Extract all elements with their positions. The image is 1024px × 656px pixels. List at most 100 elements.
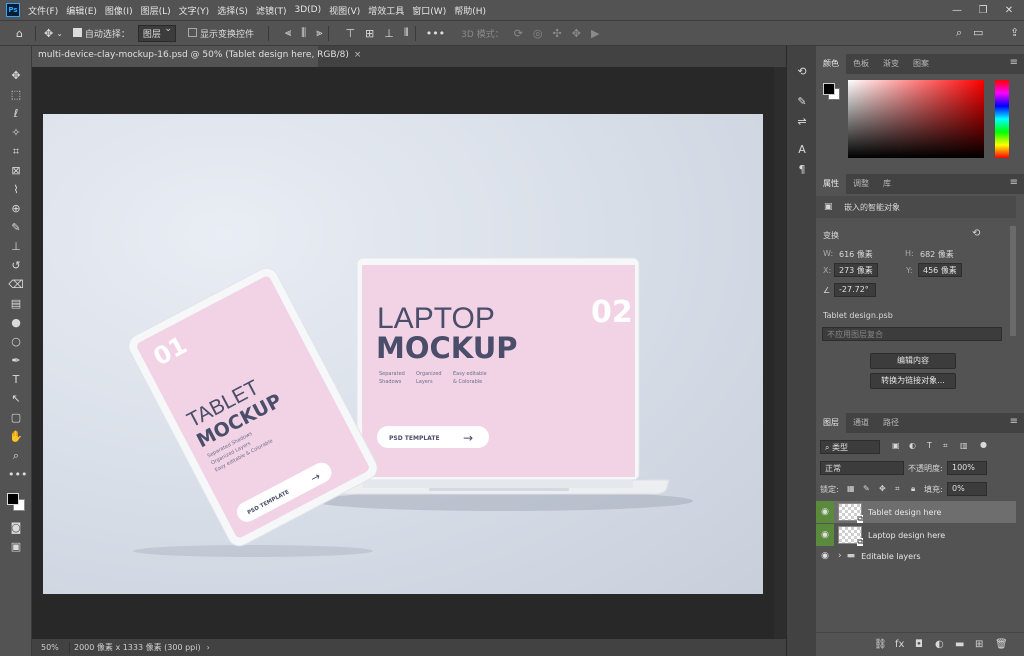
align-center-icon[interactable]: ⫼: [301, 26, 306, 40]
hue-slider[interactable]: [995, 80, 1009, 158]
layer-row-tablet[interactable]: ◉ Tablet design here: [816, 501, 1016, 523]
convert-to-linked-button[interactable]: 转换为链接对象...: [870, 373, 956, 389]
vertical-scrollbar[interactable]: [774, 67, 786, 639]
visibility-eye-icon[interactable]: ◉: [816, 501, 834, 523]
healing-brush-icon[interactable]: ⊕: [8, 201, 24, 217]
frame-tool-icon[interactable]: ⊠: [8, 163, 24, 179]
panel-menu-icon[interactable]: ≡: [1010, 416, 1018, 427]
minimize-button[interactable]: —: [944, 0, 970, 21]
paragraph-icon[interactable]: ¶: [794, 162, 810, 178]
foreground-color-swatch[interactable]: [823, 83, 835, 95]
align-left-icon[interactable]: ⫷: [285, 26, 291, 40]
layer-mask-icon[interactable]: ◘: [915, 639, 923, 650]
filter-toggle-icon[interactable]: ●: [980, 440, 987, 449]
eyedropper-icon[interactable]: ⌇: [8, 182, 24, 198]
align-top-icon[interactable]: ⊤: [345, 27, 355, 40]
tab-swatches[interactable]: 色板: [846, 54, 876, 74]
link-layers-icon[interactable]: ⛓: [874, 639, 887, 650]
quick-mask-icon[interactable]: ◙: [8, 520, 24, 536]
close-tab-icon[interactable]: ×: [354, 50, 362, 60]
new-group-icon[interactable]: ▬: [955, 639, 964, 650]
dodge-tool-icon[interactable]: ○: [8, 334, 24, 350]
magic-wand-icon[interactable]: ✧: [8, 125, 24, 141]
x-position-field[interactable]: 273 像素: [834, 263, 878, 277]
type-tool-icon[interactable]: T: [8, 372, 24, 388]
width-value[interactable]: 616 像素: [839, 249, 873, 260]
panel-menu-icon[interactable]: ≡: [1010, 57, 1018, 68]
path-selection-icon[interactable]: ↖: [8, 391, 24, 407]
visibility-eye-icon[interactable]: ◉: [816, 545, 834, 567]
filter-pixel-icon[interactable]: ▣: [892, 441, 900, 450]
3d-slide-icon[interactable]: ✥: [572, 27, 581, 40]
color-picker-field[interactable]: [848, 80, 984, 158]
filter-type-icon[interactable]: T: [927, 441, 932, 450]
layer-row-laptop[interactable]: ◉ Laptop design here: [816, 524, 1016, 546]
properties-scrollbar[interactable]: [1010, 226, 1016, 336]
height-value[interactable]: 682 像素: [920, 249, 954, 260]
menu-view[interactable]: 视图(V): [325, 4, 364, 17]
distribute-icon[interactable]: ⦀: [404, 26, 409, 40]
history-icon[interactable]: ⟲: [794, 64, 810, 80]
document-tab[interactable]: multi-device-clay-mockup-16.psd @ 50% (T…: [32, 46, 361, 67]
pen-tool-icon[interactable]: ✒: [8, 353, 24, 369]
lock-artboard-icon[interactable]: ⌗: [895, 484, 900, 494]
fill-field[interactable]: 0%: [947, 482, 987, 496]
filter-smart-object-icon[interactable]: ▥: [960, 441, 968, 450]
menu-type[interactable]: 文字(Y): [175, 4, 214, 17]
layer-name[interactable]: Editable layers: [861, 552, 920, 561]
layer-name[interactable]: Laptop design here: [868, 531, 945, 540]
lasso-tool-icon[interactable]: ℓ: [8, 106, 24, 122]
move-tool-icon[interactable]: ✥: [44, 27, 53, 40]
filter-shape-icon[interactable]: ⌗: [943, 441, 948, 451]
tab-properties[interactable]: 属性: [816, 174, 846, 194]
align-middle-icon[interactable]: ⊞: [365, 27, 374, 40]
workspace-icon[interactable]: ▭: [973, 26, 983, 39]
layer-name[interactable]: Tablet design here: [868, 508, 941, 517]
screen-mode-icon[interactable]: ▣: [8, 539, 24, 555]
layer-filter-dropdown[interactable]: ⌕ 类型: [820, 440, 880, 454]
visibility-eye-icon[interactable]: ◉: [816, 524, 834, 546]
3d-pan-icon[interactable]: ✣: [553, 27, 562, 40]
tab-layers[interactable]: 图层: [816, 413, 846, 433]
blend-mode-dropdown[interactable]: 正常: [820, 461, 904, 475]
angle-field[interactable]: -27.72°: [834, 283, 876, 297]
menu-image[interactable]: 图像(I): [101, 4, 137, 17]
lock-all-icon[interactable]: 🔒︎: [911, 484, 915, 494]
chevron-down-icon[interactable]: ⌄: [56, 29, 63, 38]
tab-adjustments[interactable]: 调整: [846, 174, 876, 194]
menu-file[interactable]: 文件(F): [24, 4, 62, 17]
y-position-field[interactable]: 456 像素: [918, 263, 962, 277]
auto-select-dropdown[interactable]: 图层: [137, 24, 176, 42]
eraser-tool-icon[interactable]: ⌫: [8, 277, 24, 293]
gradient-tool-icon[interactable]: ▤: [8, 296, 24, 312]
close-window-button[interactable]: ✕: [996, 0, 1022, 21]
zoom-level[interactable]: 50%: [41, 643, 65, 652]
tab-paths[interactable]: 路径: [876, 413, 906, 433]
new-layer-icon[interactable]: ⊞: [975, 639, 983, 650]
lock-transparent-icon[interactable]: ▦: [847, 484, 855, 493]
panel-menu-icon[interactable]: ≡: [1010, 177, 1018, 188]
menu-layer[interactable]: 图层(L): [137, 4, 175, 17]
tab-color[interactable]: 颜色: [816, 54, 846, 74]
shape-tool-icon[interactable]: ▢: [8, 410, 24, 426]
restore-button[interactable]: ❐: [970, 0, 996, 21]
opacity-field[interactable]: 100%: [947, 461, 987, 475]
auto-select-checkbox[interactable]: [72, 28, 85, 38]
document-canvas[interactable]: LAPTOP MOCKUP 02 Separated Shadows Organ…: [43, 114, 763, 594]
menu-edit[interactable]: 编辑(E): [62, 4, 101, 17]
chevron-right-icon[interactable]: ›: [207, 643, 210, 652]
character-icon[interactable]: A: [794, 142, 810, 158]
menu-plugins[interactable]: 增效工具: [364, 4, 408, 17]
brush-tool-icon[interactable]: ✎: [8, 220, 24, 236]
tab-gradients[interactable]: 渐变: [876, 54, 906, 74]
tab-patterns[interactable]: 图案: [906, 54, 936, 74]
brush-settings-icon[interactable]: ✎: [794, 94, 810, 110]
share-icon[interactable]: ⇪: [1010, 26, 1019, 39]
align-bottom-icon[interactable]: ⊥: [384, 27, 394, 40]
fx-icon[interactable]: fx: [895, 639, 904, 650]
3d-roll-icon[interactable]: ◎: [533, 27, 543, 40]
more-options-icon[interactable]: •••: [426, 27, 445, 40]
lock-position-icon[interactable]: ✥: [879, 484, 886, 493]
menu-window[interactable]: 窗口(W): [408, 4, 450, 17]
adjustment-layer-icon[interactable]: ◐: [935, 639, 944, 650]
